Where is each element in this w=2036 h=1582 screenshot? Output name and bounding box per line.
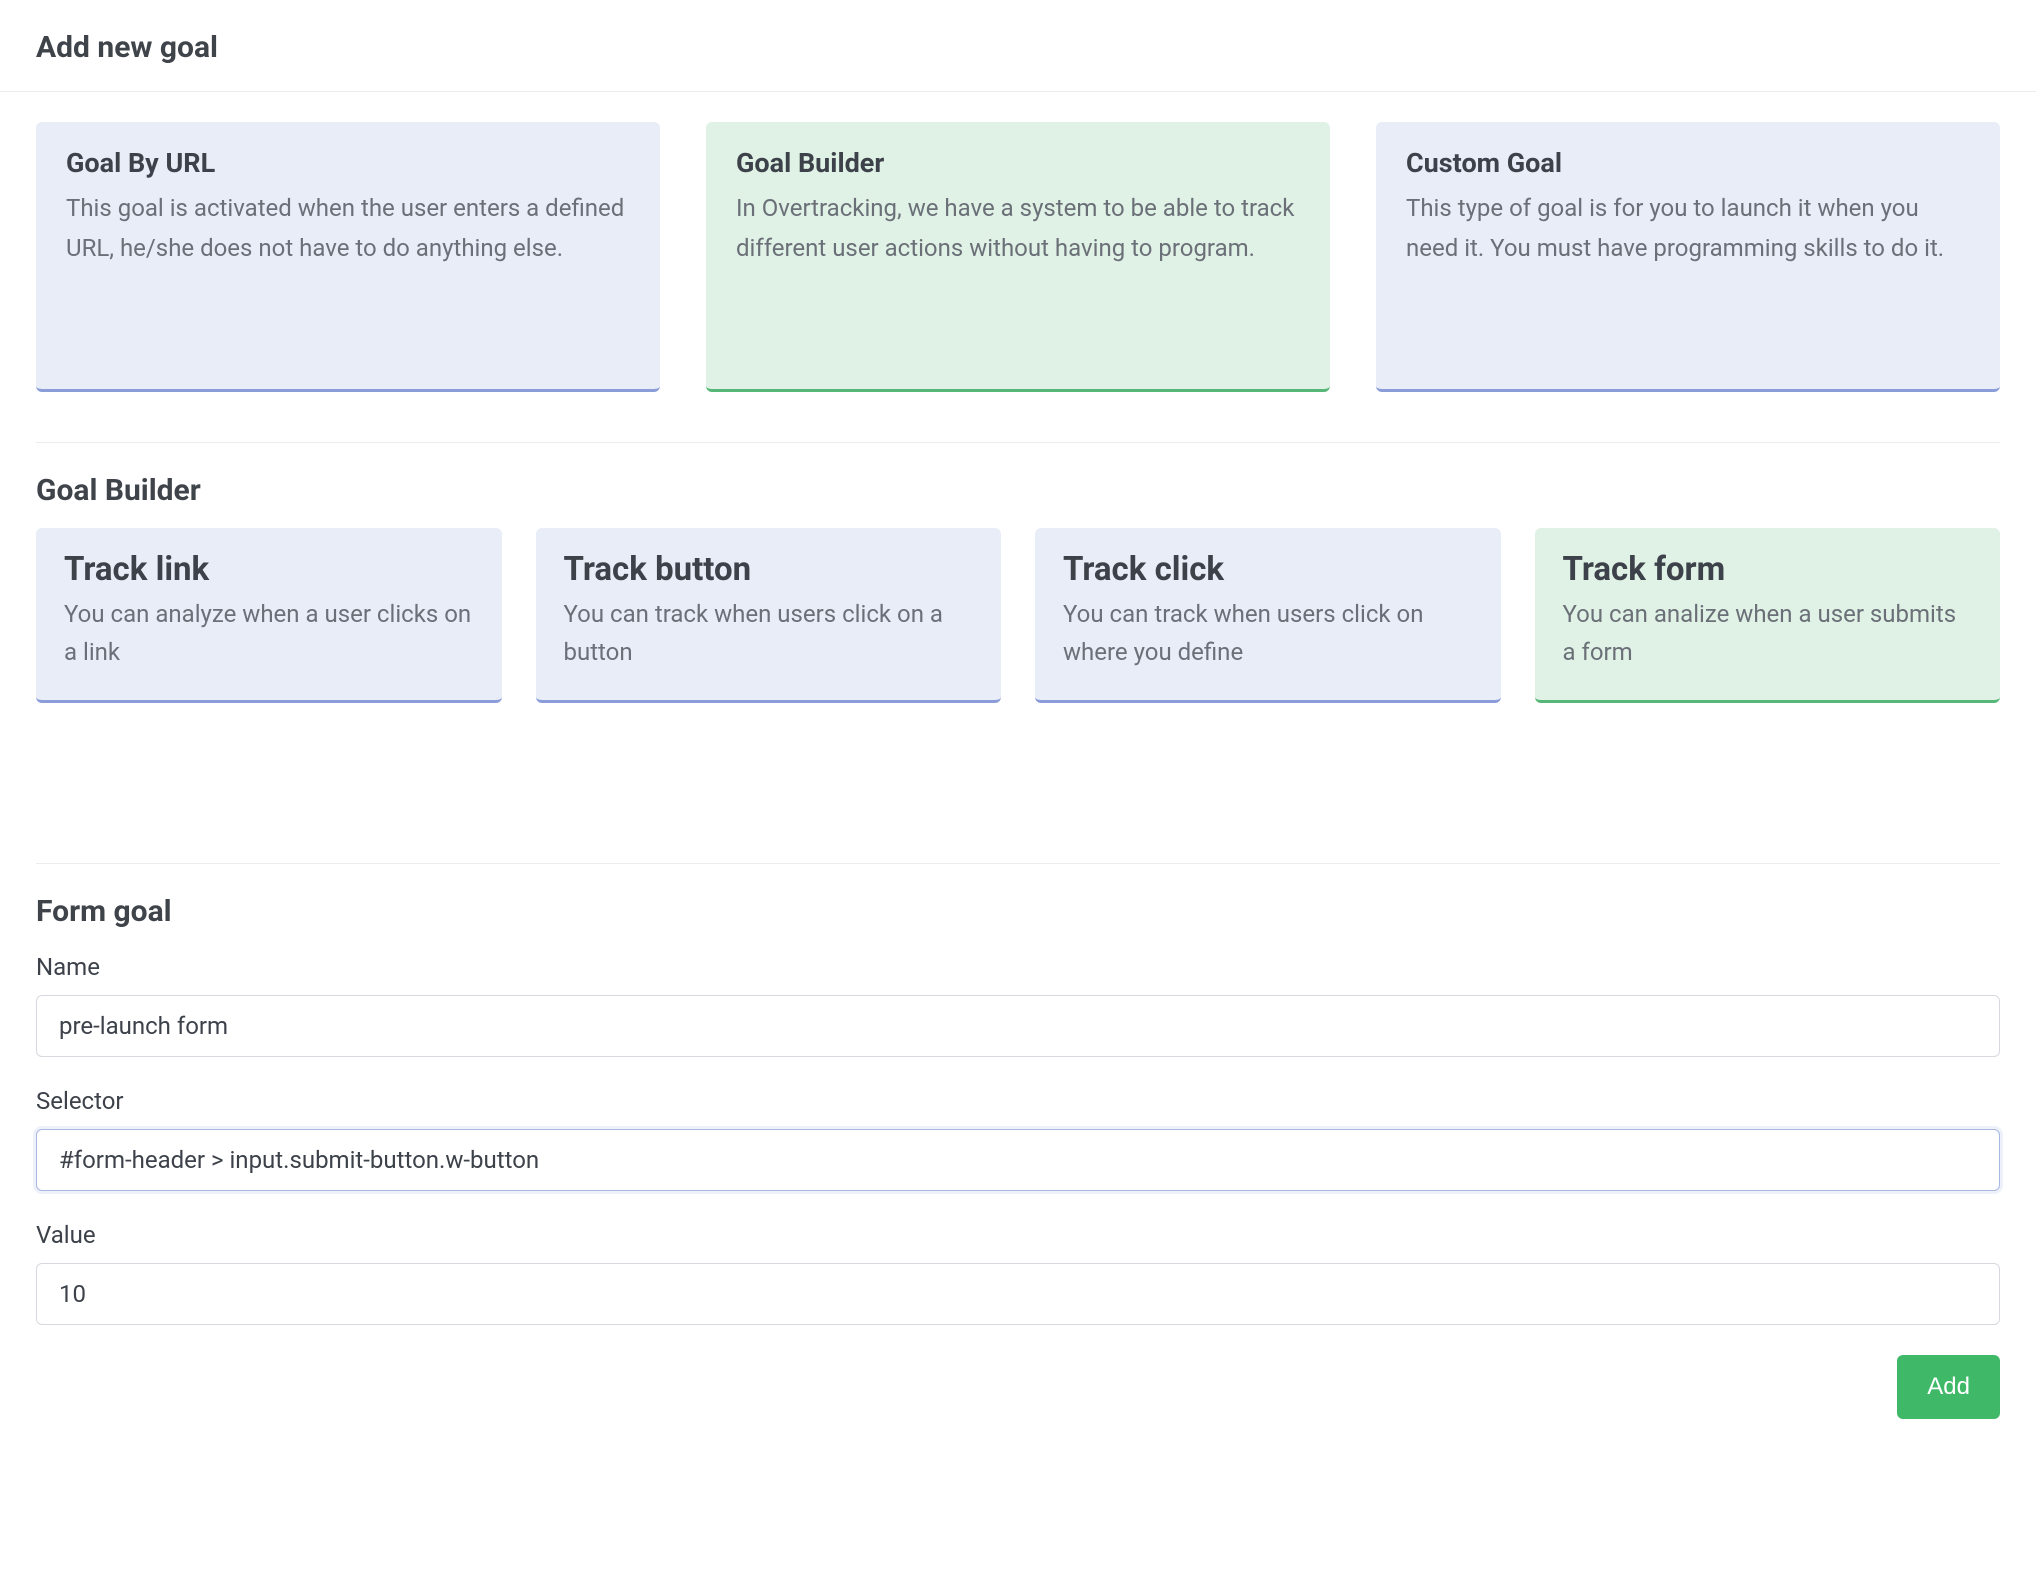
value-label: Value [36,1221,2000,1249]
goal-type-card-builder[interactable]: Goal Builder In Overtracking, we have a … [706,122,1330,392]
goal-type-desc: In Overtracking, we have a system to be … [736,189,1300,268]
section-divider [36,442,2000,443]
add-button[interactable]: Add [1897,1355,2000,1419]
builder-section-title: Goal Builder [36,473,2000,508]
builder-option-track-link[interactable]: Track link You can analyze when a user c… [36,528,502,703]
form-group-name: Name [36,953,2000,1057]
selector-label: Selector [36,1087,2000,1115]
builder-option-desc: You can analyze when a user clicks on a … [64,595,474,672]
builder-option-desc: You can track when users click on where … [1063,595,1473,672]
builder-option-track-button[interactable]: Track button You can track when users cl… [536,528,1002,703]
goal-type-desc: This type of goal is for you to launch i… [1406,189,1970,268]
builder-option-title: Track link [64,550,474,589]
add-goal-page: Add new goal Goal By URL This goal is ac… [0,0,2036,1459]
builder-option-title: Track click [1063,550,1473,589]
builder-options-row: Track link You can analyze when a user c… [36,528,2000,703]
goal-type-row: Goal By URL This goal is activated when … [36,122,2000,392]
goal-type-title: Custom Goal [1406,147,1970,179]
selector-input[interactable] [36,1129,2000,1191]
form-group-value: Value [36,1221,2000,1325]
builder-option-desc: You can analize when a user submits a fo… [1563,595,1973,672]
header-divider [0,91,2036,92]
form-section-title: Form goal [36,894,2000,929]
section-divider [36,863,2000,864]
button-row: Add [36,1355,2000,1419]
goal-type-title: Goal Builder [736,147,1300,179]
name-label: Name [36,953,2000,981]
goal-type-desc: This goal is activated when the user ent… [66,189,630,268]
builder-option-title: Track form [1563,550,1973,589]
goal-type-card-custom[interactable]: Custom Goal This type of goal is for you… [1376,122,2000,392]
builder-option-desc: You can track when users click on a butt… [564,595,974,672]
name-input[interactable] [36,995,2000,1057]
value-input[interactable] [36,1263,2000,1325]
page-title: Add new goal [36,30,2000,65]
builder-option-title: Track button [564,550,974,589]
goal-type-card-url[interactable]: Goal By URL This goal is activated when … [36,122,660,392]
builder-option-track-click[interactable]: Track click You can track when users cli… [1035,528,1501,703]
form-group-selector: Selector [36,1087,2000,1191]
goal-type-title: Goal By URL [66,147,630,179]
builder-option-track-form[interactable]: Track form You can analize when a user s… [1535,528,2001,703]
